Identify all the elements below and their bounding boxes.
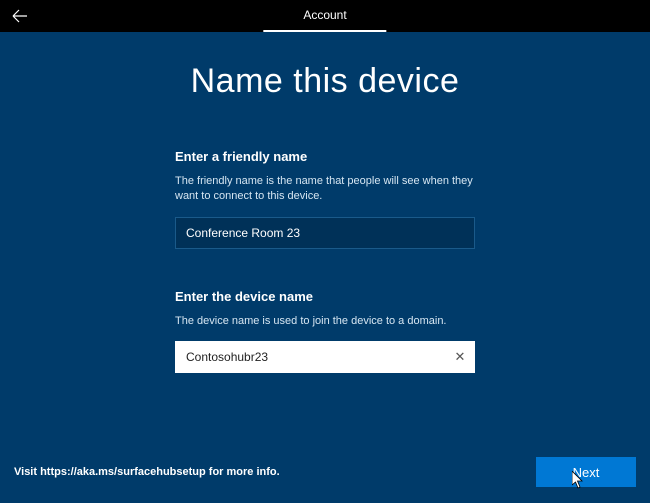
next-button[interactable]: Next bbox=[536, 457, 636, 487]
clear-input-button[interactable]: ✕ bbox=[445, 341, 475, 373]
top-bar: Account bbox=[0, 0, 650, 32]
tab-account[interactable]: Account bbox=[263, 0, 386, 32]
back-button[interactable] bbox=[0, 0, 40, 32]
device-name-input[interactable] bbox=[175, 341, 475, 373]
friendly-name-description: The friendly name is the name that peopl… bbox=[175, 174, 475, 205]
top-tabs: Account bbox=[263, 0, 386, 32]
friendly-name-input[interactable] bbox=[175, 217, 475, 249]
device-name-label: Enter the device name bbox=[175, 289, 475, 304]
tab-label: Account bbox=[303, 8, 346, 22]
form-block: Enter a friendly name The friendly name … bbox=[175, 149, 475, 379]
footer: Visit https://aka.ms/surfacehubsetup for… bbox=[14, 457, 636, 487]
next-button-label: Next bbox=[573, 465, 600, 480]
close-icon: ✕ bbox=[455, 349, 466, 365]
footer-info-text: Visit https://aka.ms/surfacehubsetup for… bbox=[14, 466, 280, 478]
page-title: Name this device bbox=[191, 62, 460, 101]
device-name-description: The device name is used to join the devi… bbox=[175, 314, 475, 329]
back-arrow-icon bbox=[12, 8, 28, 24]
friendly-name-label: Enter a friendly name bbox=[175, 149, 475, 164]
main-content: Name this device Enter a friendly name T… bbox=[0, 32, 650, 379]
